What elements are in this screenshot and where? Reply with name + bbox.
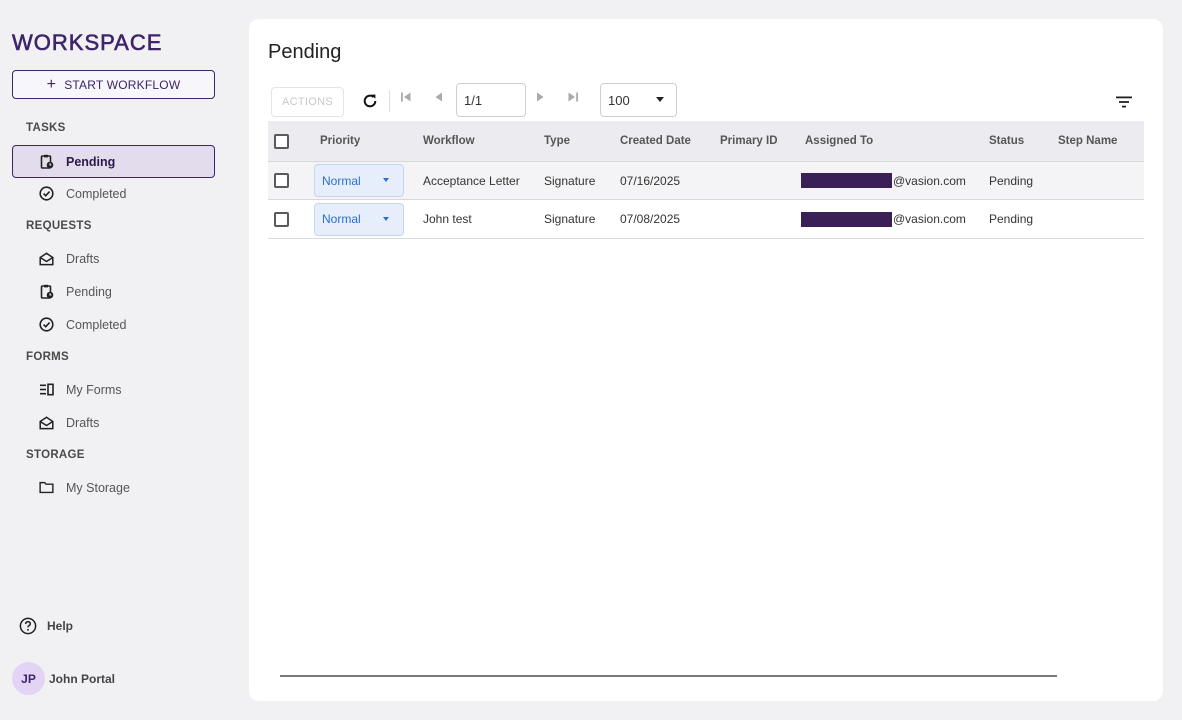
chevron-down-icon bbox=[383, 216, 389, 221]
user-name: John Portal bbox=[49, 671, 116, 686]
sidebar-item-label: Pending bbox=[66, 154, 116, 169]
cell-assigned-to: @vasion.com bbox=[801, 173, 966, 188]
cell-status: Pending bbox=[989, 212, 1034, 226]
cell-type: Signature bbox=[544, 212, 596, 226]
sidebar-item-requests-completed[interactable]: Completed bbox=[12, 308, 215, 341]
row-checkbox[interactable] bbox=[274, 173, 289, 188]
row-checkbox[interactable] bbox=[274, 211, 289, 227]
sidebar-item-requests-pending[interactable]: Pending bbox=[12, 275, 215, 308]
cell-workflow: Acceptance Letter bbox=[423, 173, 520, 188]
sidebar-item-tasks-completed[interactable]: Completed bbox=[12, 177, 215, 210]
app-logo: WORKSPACE bbox=[12, 30, 163, 56]
priority-value: Normal bbox=[322, 173, 361, 188]
sidebar-item-label: Drafts bbox=[66, 251, 100, 266]
sidebar: WORKSPACE + START WORKFLOW TASKS Pending… bbox=[0, 0, 235, 720]
help-link[interactable]: Help bbox=[19, 617, 73, 635]
table-header: Priority Workflow Type Created Date Prim… bbox=[268, 121, 1144, 161]
sidebar-item-forms-drafts[interactable]: Drafts bbox=[12, 406, 215, 439]
column-header-primary-id[interactable]: Primary ID bbox=[720, 135, 778, 147]
toolbar-divider bbox=[389, 90, 390, 112]
user-profile[interactable]: JP John Portal bbox=[12, 662, 115, 695]
column-header-type[interactable]: Type bbox=[544, 135, 570, 147]
table-row[interactable]: Normal John test Signature 07/08/2025 @v… bbox=[268, 200, 1144, 239]
sidebar-item-label: Pending bbox=[66, 284, 112, 299]
sidebar-item-tasks-pending[interactable]: Pending bbox=[12, 145, 215, 178]
column-header-assigned-to[interactable]: Assigned To bbox=[805, 135, 873, 147]
sidebar-item-label: My Storage bbox=[66, 480, 130, 495]
start-workflow-button[interactable]: + START WORKFLOW bbox=[12, 70, 215, 99]
filter-icon[interactable] bbox=[1116, 96, 1132, 108]
check-circle-icon bbox=[39, 186, 54, 201]
sidebar-item-requests-drafts[interactable]: Drafts bbox=[12, 242, 215, 275]
sidebar-item-my-storage[interactable]: My Storage bbox=[12, 471, 215, 504]
clipboard-clock-icon bbox=[39, 154, 54, 169]
cell-created-date: 07/08/2025 bbox=[620, 212, 681, 226]
column-header-created-date[interactable]: Created Date bbox=[620, 135, 691, 147]
redacted-block bbox=[801, 211, 892, 227]
avatar: JP bbox=[12, 662, 45, 695]
priority-select[interactable]: Normal bbox=[314, 164, 404, 197]
first-page-icon[interactable] bbox=[400, 91, 412, 103]
redacted-block bbox=[801, 173, 892, 188]
form-list-icon bbox=[39, 382, 54, 397]
column-header-workflow[interactable]: Workflow bbox=[423, 135, 475, 147]
assigned-email-suffix: @vasion.com bbox=[893, 212, 966, 226]
cell-workflow: John test bbox=[423, 212, 472, 226]
actions-button[interactable]: ACTIONS bbox=[271, 87, 344, 117]
open-envelope-icon bbox=[39, 415, 54, 430]
cell-assigned-to: @vasion.com bbox=[801, 211, 966, 227]
sidebar-item-label: Completed bbox=[66, 317, 127, 332]
sidebar-item-my-forms[interactable]: My Forms bbox=[12, 373, 215, 406]
cell-created-date: 07/16/2025 bbox=[620, 173, 681, 188]
table-row[interactable]: Normal Acceptance Letter Signature 07/16… bbox=[268, 161, 1144, 200]
column-header-step-name[interactable]: Step Name bbox=[1058, 135, 1117, 147]
clipboard-clock-icon bbox=[39, 284, 54, 299]
cell-type: Signature bbox=[544, 173, 596, 188]
page-title: Pending bbox=[268, 41, 342, 63]
sidebar-item-label: Completed bbox=[66, 186, 127, 201]
section-tasks: TASKS bbox=[26, 122, 66, 134]
page-number-input[interactable]: 1/1 bbox=[456, 83, 526, 117]
rows-per-page-value: 100 bbox=[608, 92, 630, 108]
section-storage: STORAGE bbox=[26, 449, 85, 461]
select-all-checkbox[interactable] bbox=[274, 133, 289, 149]
chevron-down-icon bbox=[383, 178, 389, 182]
previous-page-icon[interactable] bbox=[433, 91, 443, 103]
last-page-icon[interactable] bbox=[567, 91, 579, 103]
next-page-icon[interactable] bbox=[536, 91, 546, 103]
refresh-icon[interactable] bbox=[362, 93, 378, 109]
section-forms: FORMS bbox=[26, 351, 70, 363]
column-header-status[interactable]: Status bbox=[989, 135, 1024, 147]
priority-value: Normal bbox=[322, 212, 361, 226]
folder-icon bbox=[39, 480, 54, 495]
open-envelope-icon bbox=[39, 251, 54, 266]
sidebar-item-label: Drafts bbox=[66, 415, 100, 430]
cell-status: Pending bbox=[989, 173, 1034, 188]
tasks-table: Priority Workflow Type Created Date Prim… bbox=[268, 121, 1144, 239]
start-workflow-label: START WORKFLOW bbox=[64, 77, 181, 92]
toolbar: ACTIONS 1/1 100 bbox=[271, 82, 1151, 118]
sidebar-item-label: My Forms bbox=[66, 382, 122, 397]
help-circle-icon bbox=[19, 617, 37, 635]
column-header-priority[interactable]: Priority bbox=[320, 135, 360, 147]
main-panel: Pending ACTIONS 1/1 100 Priority Workflo… bbox=[249, 19, 1163, 701]
help-label: Help bbox=[47, 619, 74, 633]
priority-select[interactable]: Normal bbox=[314, 202, 404, 236]
horizontal-scrollbar[interactable] bbox=[280, 675, 1057, 677]
assigned-email-suffix: @vasion.com bbox=[893, 173, 966, 188]
chevron-down-icon bbox=[656, 97, 664, 102]
section-requests: REQUESTS bbox=[26, 220, 92, 232]
plus-icon: + bbox=[46, 75, 57, 93]
rows-per-page-select[interactable]: 100 bbox=[600, 83, 677, 117]
check-circle-icon bbox=[39, 317, 54, 332]
